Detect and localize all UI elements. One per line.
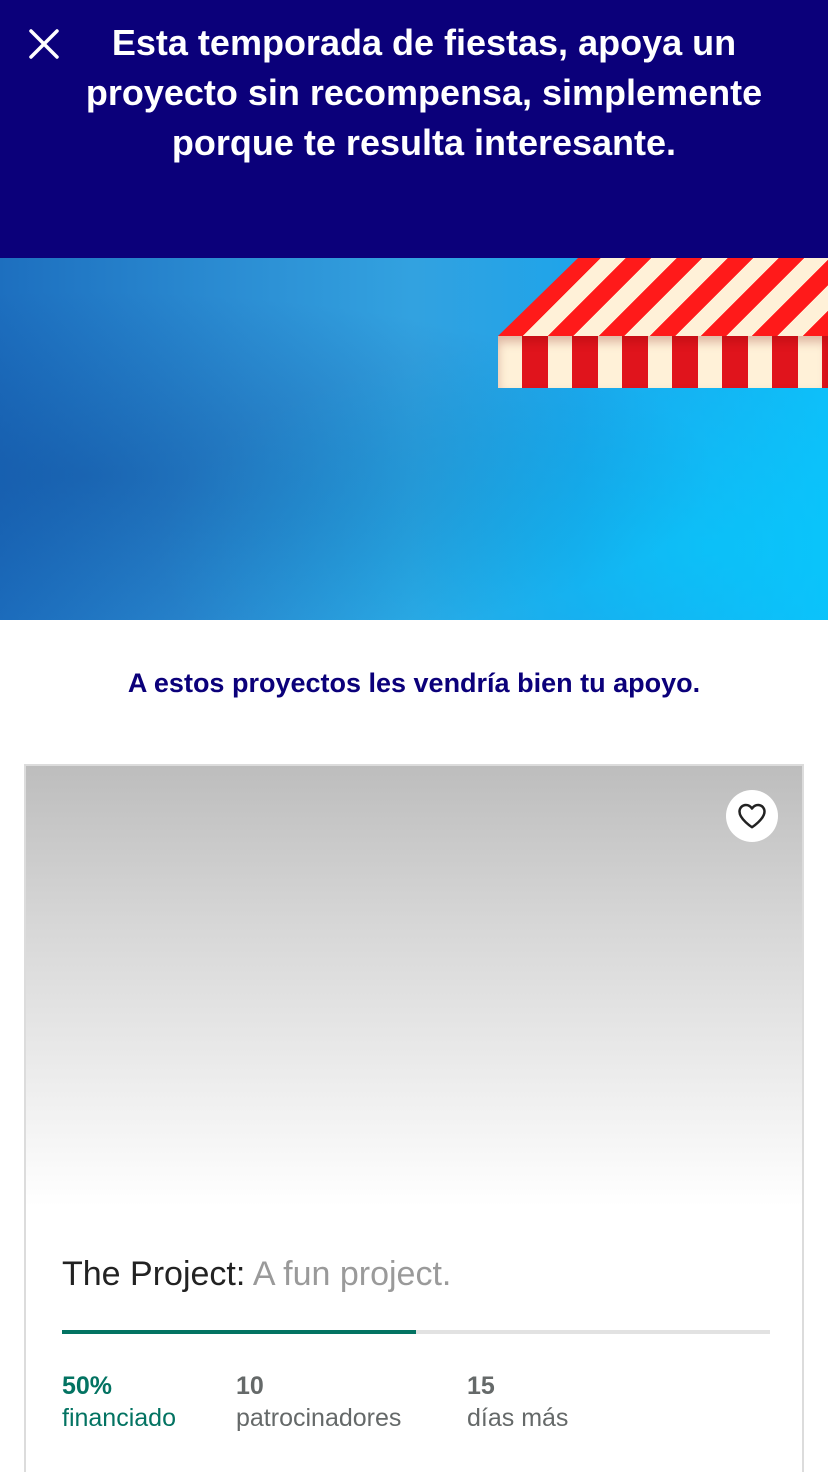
awning-valance <box>498 336 828 388</box>
funding-progress-fill <box>62 1330 416 1334</box>
stat-funded-value: 50% <box>62 1372 113 1400</box>
project-title[interactable]: The Project: A fun project. <box>62 1252 766 1296</box>
project-card[interactable]: The Project: A fun project. 50% financia… <box>24 764 804 1472</box>
project-image[interactable] <box>26 766 802 1206</box>
stat-funded: 50% financiado <box>62 1370 176 1434</box>
close-button[interactable] <box>22 22 66 66</box>
close-icon <box>29 29 59 59</box>
stat-days-left: 15 días más <box>467 1370 568 1434</box>
stat-backers-label: patrocinadores <box>236 1404 402 1432</box>
promo-banner: Esta temporada de fiestas, apoya un proy… <box>0 0 828 258</box>
project-name: The Project: <box>62 1255 246 1293</box>
project-blurb: A fun project. <box>245 1255 452 1293</box>
awning-roof <box>498 258 828 336</box>
striped-awning <box>498 258 828 388</box>
section-subtitle: A estos proyectos les vendría bien tu ap… <box>127 668 701 698</box>
page: Esta temporada de fiestas, apoya un proy… <box>0 0 828 1472</box>
funding-progress-bar <box>62 1330 770 1334</box>
heart-outline-icon <box>738 803 766 829</box>
hero-illustration <box>0 258 828 620</box>
stat-funded-label: financiado <box>62 1404 176 1432</box>
stat-days-label: días más <box>467 1404 569 1432</box>
stat-days-value: 15 <box>467 1372 495 1400</box>
stat-backers: 10 patrocinadores <box>236 1370 401 1434</box>
favorite-button[interactable] <box>726 790 778 842</box>
stat-backers-value: 10 <box>236 1372 264 1400</box>
banner-message: Esta temporada de fiestas, apoya un proy… <box>85 22 763 163</box>
